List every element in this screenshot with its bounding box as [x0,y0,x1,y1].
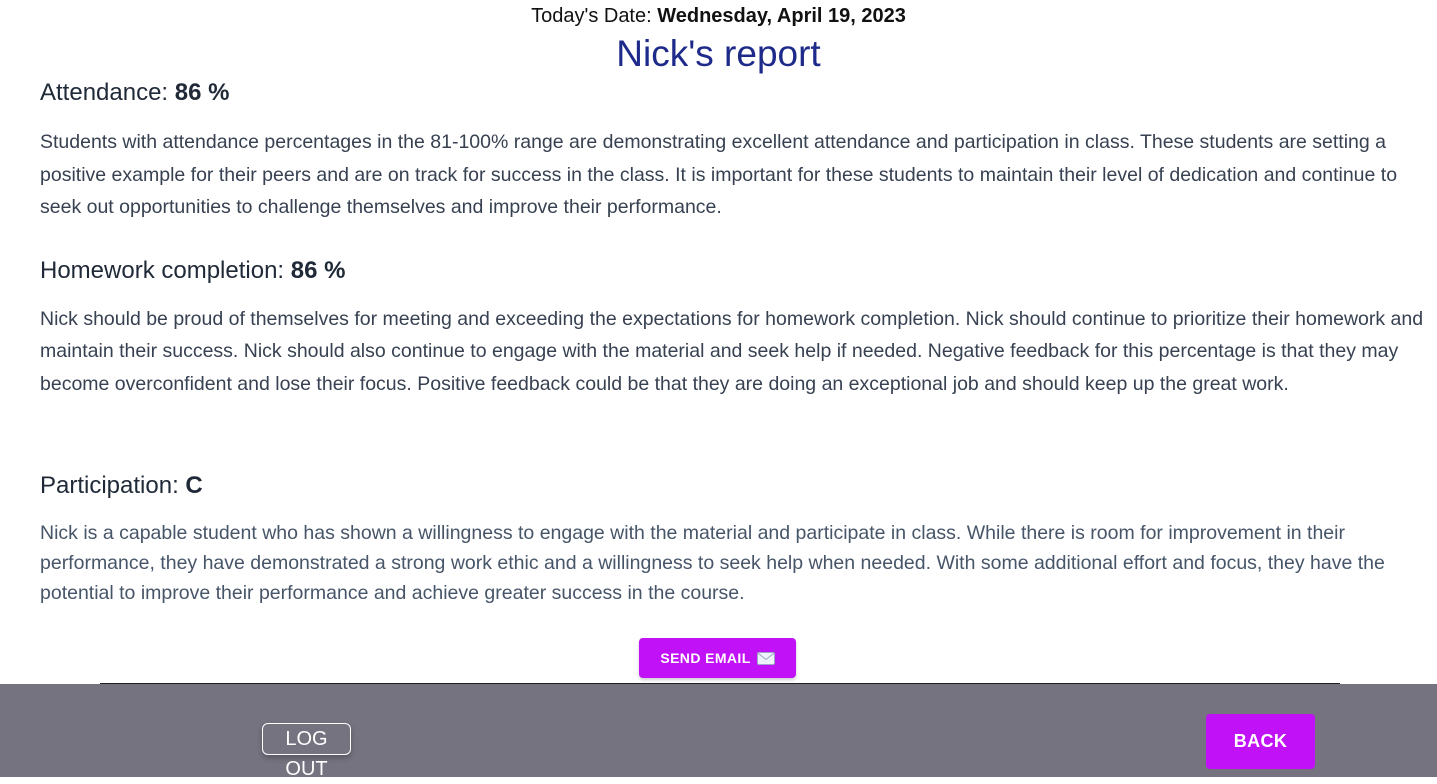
attendance-heading: Attendance: 86 % [40,78,229,108]
participation-feedback: Nick is a capable student who has shown … [40,522,1385,604]
participation-value: C [185,472,203,499]
participation-label: Participation: [40,472,179,499]
date-value: Wednesday, April 19, 2023 [657,5,906,27]
homework-label: Homework completion: [40,257,285,284]
date-label: Today's Date: [531,5,652,27]
send-email-button[interactable]: SEND EMAIL [639,638,796,678]
envelope-icon [756,651,775,665]
back-button[interactable]: BACK [1206,714,1315,769]
participation-heading: Participation: C [40,471,203,501]
logout-button[interactable]: LOG OUT [262,723,351,780]
homework-value: 86 % [290,257,346,284]
page-title: Nick's report [616,33,821,74]
attendance-feedback: Students with attendance percentages in … [40,131,1398,219]
homework-feedback: Nick should be proud of themselves for m… [40,308,1424,395]
attendance-label: Attendance: [40,79,169,106]
homework-heading: Homework completion: 86 % [40,256,345,286]
todays-date: Today's Date: Wednesday, April 19, 2023 [0,4,1437,28]
attendance-value: 86 % [174,79,230,106]
footer-bar: LOG OUT BACK [0,684,1437,780]
send-email-label: SEND EMAIL [660,650,751,666]
